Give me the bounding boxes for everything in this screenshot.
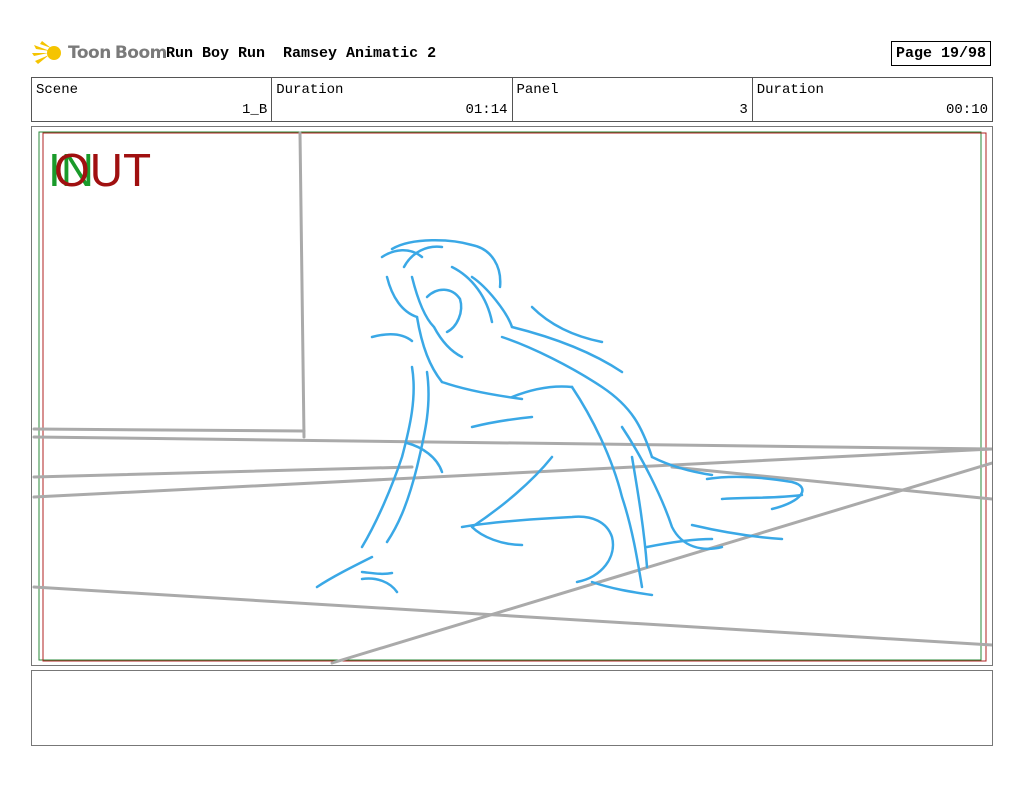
panel-duration-cell: Duration 00:10: [753, 78, 992, 121]
logo-text: Toon Boom: [68, 43, 167, 63]
toon-boom-logo: Toon Boom: [32, 38, 167, 68]
panel-label: Panel: [516, 82, 559, 98]
scene-duration-value: 01:14: [465, 102, 508, 118]
panel-duration-value: 00:10: [945, 102, 988, 118]
storyboard-panel[interactable]: IN OUT: [31, 126, 993, 666]
notes-box[interactable]: [31, 670, 993, 746]
panel-value: 3: [739, 102, 748, 118]
scene-value: 1_B: [242, 102, 268, 118]
scene-duration-cell: Duration 01:14: [272, 78, 513, 121]
sun-icon: [32, 41, 61, 64]
project-name: Run Boy Run: [166, 45, 266, 62]
page-indicator: Page 19/98: [891, 41, 991, 66]
scene-cell: Scene 1_B: [32, 78, 273, 121]
panel-cell: Panel 3: [513, 78, 753, 121]
sequence-name: Ramsey Animatic 2: [283, 45, 437, 62]
green-frame: [38, 131, 982, 661]
logo-boom: Boom: [114, 43, 168, 63]
panel-drawing: [32, 131, 992, 665]
scene-label: Scene: [36, 82, 79, 98]
info-row: Scene 1_B Duration 01:14 Panel 3 Duratio…: [31, 77, 993, 122]
panel-duration-label: Duration: [756, 82, 824, 98]
logo-toon: Toon: [68, 43, 111, 63]
project-title: Run Boy Run Ramsey Animatic 2: [166, 45, 436, 62]
out-marker: OUT: [54, 144, 152, 196]
scene-duration-label: Duration: [276, 82, 344, 98]
